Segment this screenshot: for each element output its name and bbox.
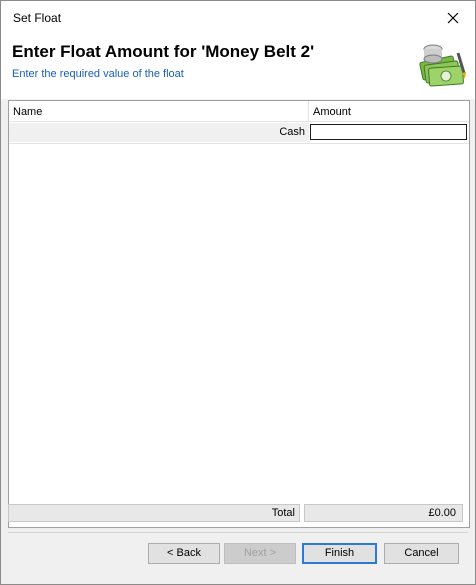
total-label: Total xyxy=(8,504,300,522)
cancel-button[interactable]: Cancel xyxy=(384,543,459,564)
button-divider xyxy=(8,532,468,533)
wizard-header: Enter Float Amount for 'Money Belt 2' En… xyxy=(1,35,475,99)
row-name-cell: Cash xyxy=(9,123,309,142)
row-divider xyxy=(9,143,469,144)
total-value: £0.00 xyxy=(304,504,463,522)
title-bar: Set Float xyxy=(1,1,475,35)
float-grid: Name Amount Cash xyxy=(8,100,470,528)
column-header-amount[interactable]: Amount xyxy=(309,101,469,122)
close-icon xyxy=(447,12,459,24)
set-float-dialog: Set Float Enter Float Amount for 'Money … xyxy=(0,0,476,585)
table-row: Cash xyxy=(9,123,469,142)
totals-row: Total £0.00 xyxy=(8,504,463,522)
back-button[interactable]: < Back xyxy=(148,543,220,564)
column-header-name[interactable]: Name xyxy=(9,101,309,122)
page-title: Enter Float Amount for 'Money Belt 2' xyxy=(12,42,315,61)
next-button[interactable]: Next > xyxy=(224,543,296,564)
close-button[interactable] xyxy=(431,1,475,35)
finish-button[interactable]: Finish xyxy=(302,543,377,564)
amount-input[interactable] xyxy=(310,124,467,140)
window-title: Set Float xyxy=(13,11,62,25)
page-subtitle: Enter the required value of the float xyxy=(12,68,184,80)
money-stack-icon xyxy=(419,44,466,87)
